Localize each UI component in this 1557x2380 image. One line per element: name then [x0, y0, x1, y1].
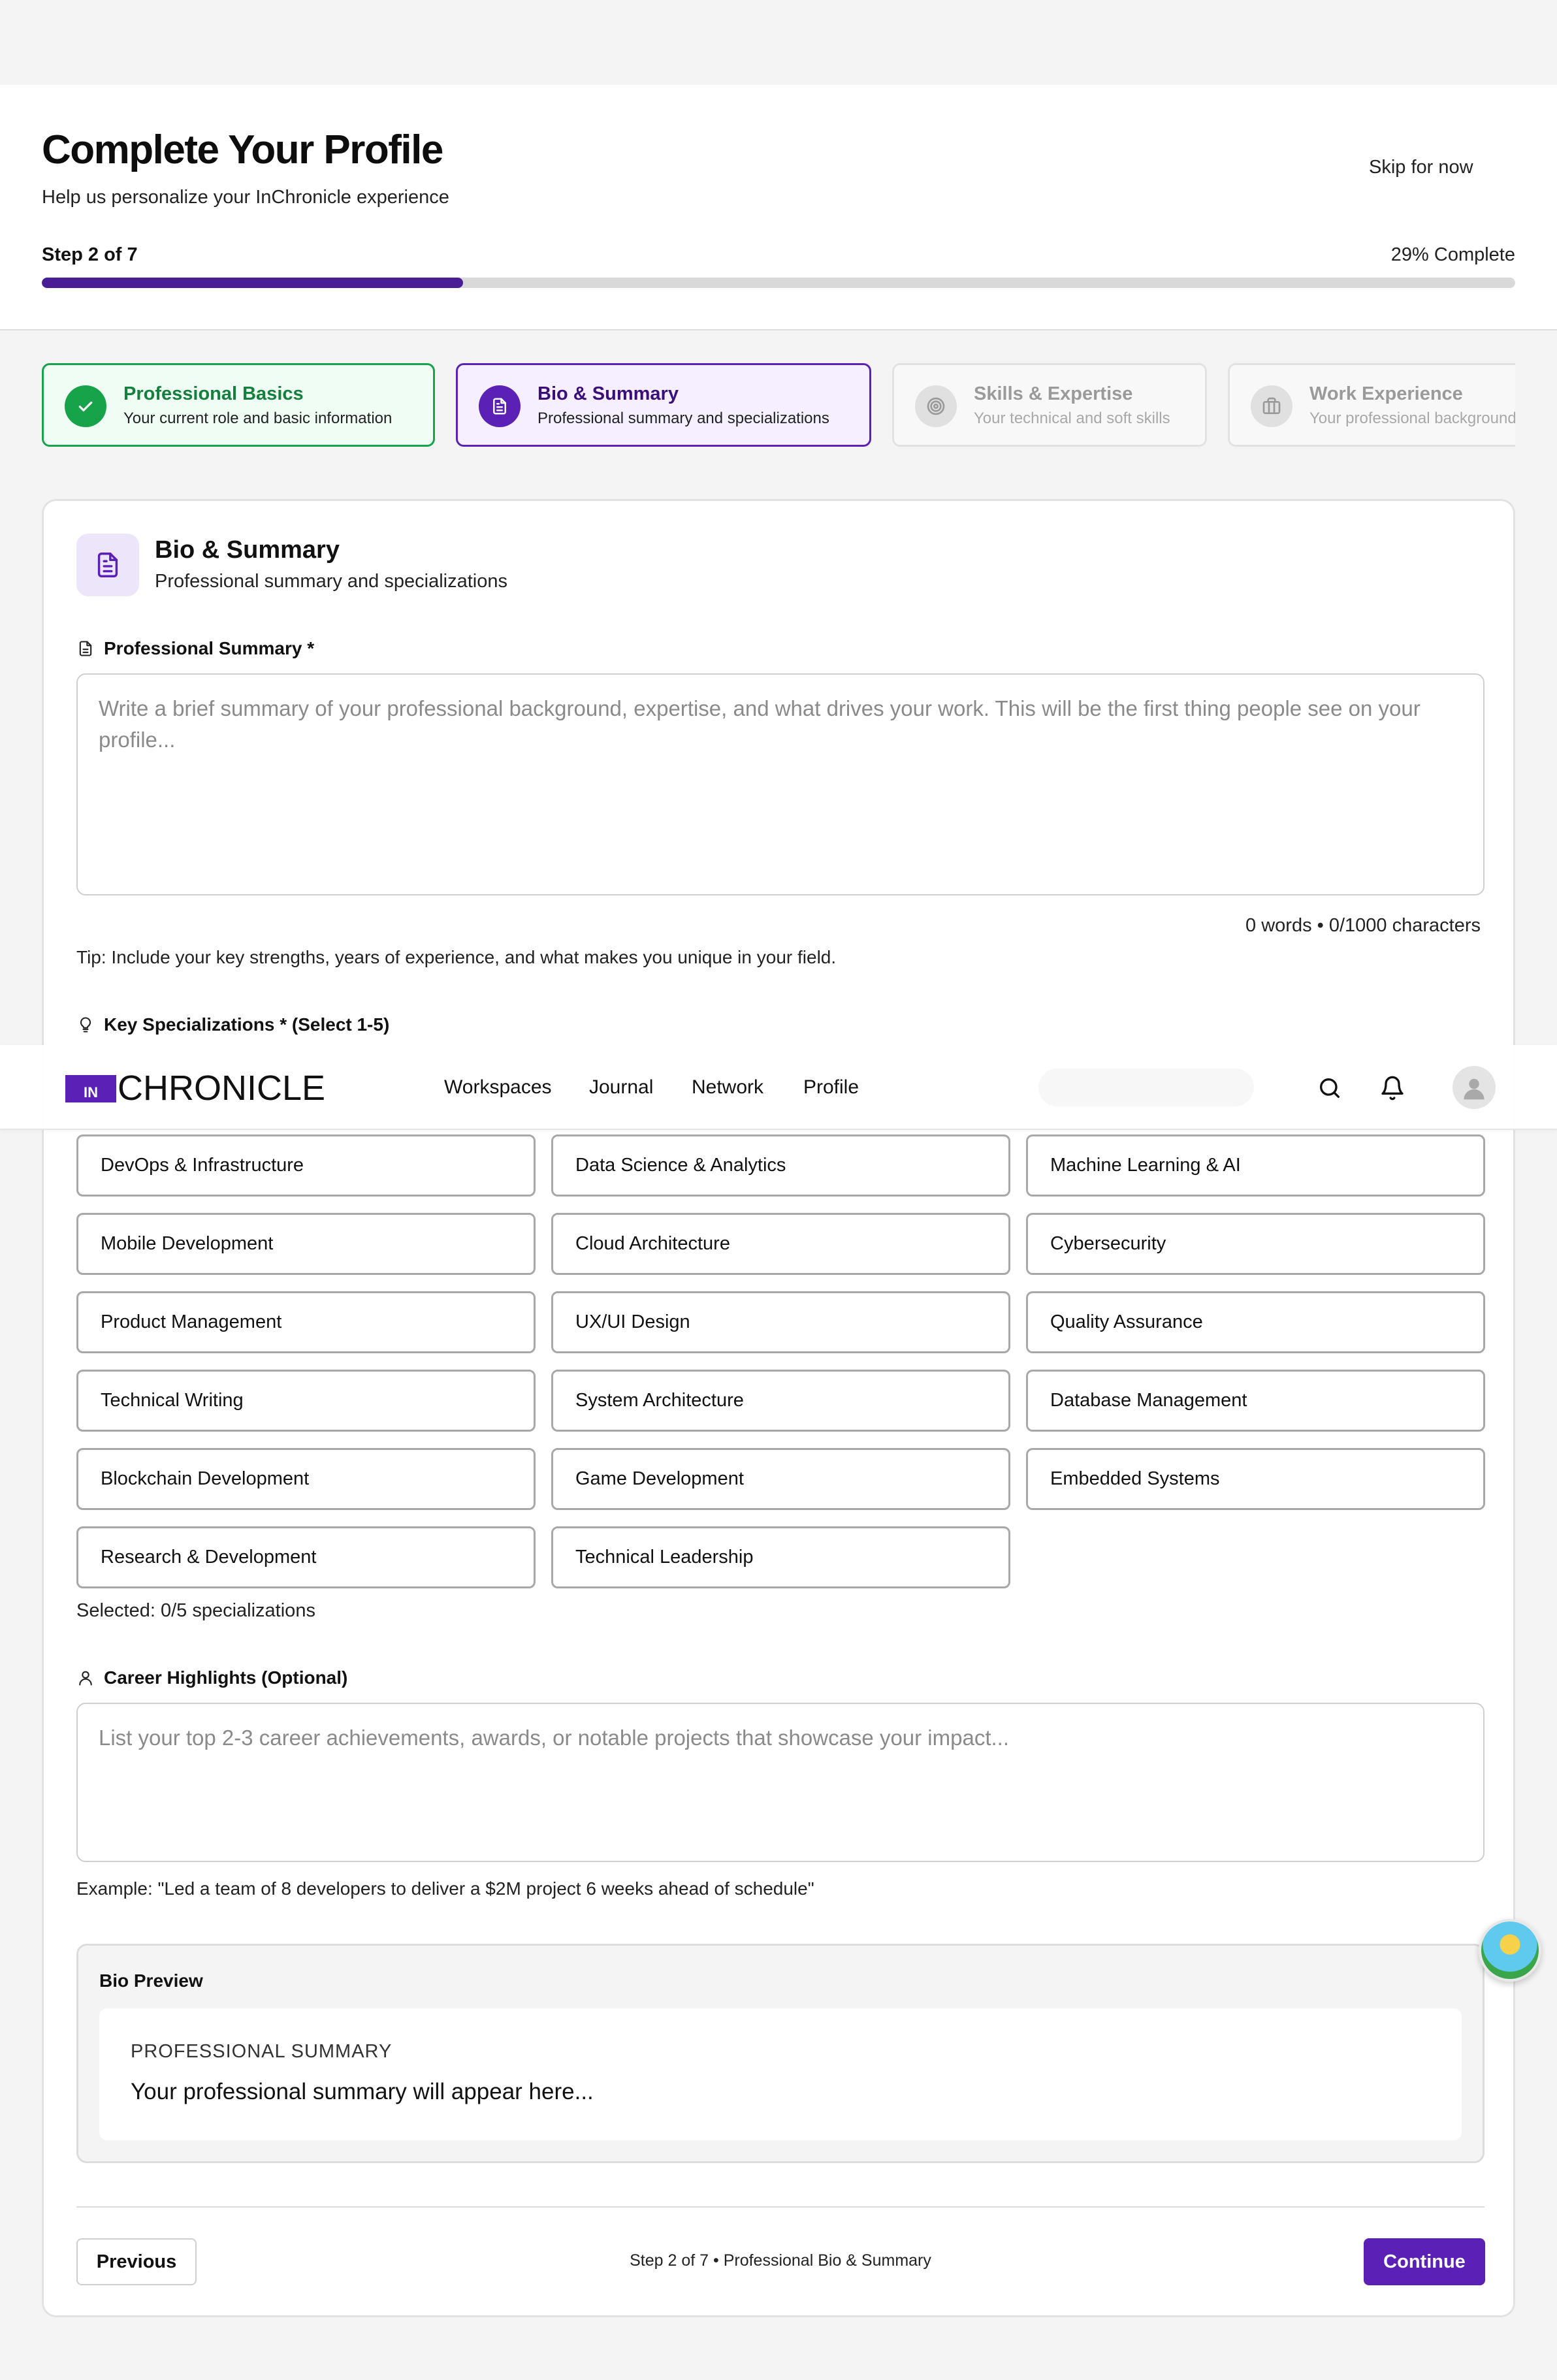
specialization-option[interactable]: Embedded Systems — [1026, 1448, 1485, 1510]
check-icon — [65, 385, 106, 427]
step-counter: Step 2 of 7 — [42, 244, 138, 265]
lightbulb-icon — [80, 1017, 91, 1033]
specialization-option[interactable]: Cloud Architecture — [551, 1213, 1010, 1275]
page-title: Complete Your Profile — [42, 127, 443, 172]
specialization-option[interactable]: Data Science & Analytics — [551, 1134, 1010, 1197]
document-icon — [76, 534, 139, 596]
step-card-bio-summary[interactable]: Bio & Summary Professional summary and s… — [456, 363, 871, 447]
label-text: Key Specializations * (Select 1-5) — [104, 1014, 390, 1035]
label-text: Professional Summary * — [104, 638, 315, 658]
user-icon — [79, 1671, 92, 1686]
specialization-option[interactable]: Cybersecurity — [1026, 1213, 1485, 1275]
document-icon — [79, 641, 92, 656]
professional-summary-label: Professional Summary * — [76, 638, 314, 659]
nav-link-workspaces[interactable]: Workspaces — [444, 1076, 552, 1099]
nav-link-network[interactable]: Network — [692, 1076, 763, 1099]
nav-search-field[interactable] — [1038, 1069, 1254, 1106]
summary-count: 0 words • 0/1000 characters — [1245, 915, 1481, 936]
specialization-option[interactable]: Game Development — [551, 1448, 1010, 1510]
target-icon — [915, 385, 957, 427]
search-icon[interactable] — [1313, 1071, 1347, 1105]
label-text: Career Highlights (Optional) — [104, 1667, 348, 1688]
app-navbar: IN CHRONICLE Workspaces Journal Network … — [0, 1045, 1557, 1130]
progress-bar — [42, 278, 1515, 288]
user-icon — [1464, 1078, 1485, 1100]
specialization-option[interactable]: Database Management — [1026, 1370, 1485, 1432]
specialization-option[interactable]: UX/UI Design — [551, 1291, 1010, 1353]
career-highlights-label: Career Highlights (Optional) — [76, 1667, 347, 1688]
step-card-work-experience[interactable]: Work Experience Your professional backgr… — [1228, 363, 1515, 447]
nav-link-journal[interactable]: Journal — [589, 1076, 653, 1099]
avatar[interactable] — [1453, 1066, 1496, 1109]
profile-header: Complete Your Profile Help us personaliz… — [0, 85, 1557, 330]
step-tracker: Professional Basics Your current role an… — [42, 363, 1515, 447]
nav-link-profile[interactable]: Profile — [803, 1076, 859, 1099]
specialization-option[interactable]: System Architecture — [551, 1370, 1010, 1432]
bell-icon[interactable] — [1375, 1071, 1409, 1105]
page-subtitle: Help us personalize your InChronicle exp… — [42, 187, 449, 208]
section-subtitle: Professional summary and specializations — [155, 571, 507, 592]
preview-summary-text: Your professional summary will appear he… — [131, 2079, 594, 2104]
footer-divider — [76, 2206, 1485, 2208]
career-highlights-input[interactable] — [76, 1703, 1485, 1862]
step-name: Professional Basics — [123, 383, 304, 404]
step-name: Work Experience — [1309, 383, 1463, 404]
briefcase-icon — [1251, 385, 1292, 427]
selected-count: Selected: 0/5 specializations — [76, 1600, 315, 1621]
highlights-example: Example: "Led a team of 8 developers to … — [76, 1878, 814, 1899]
step-name: Bio & Summary — [538, 383, 679, 404]
specialization-option[interactable]: Technical Writing — [76, 1370, 536, 1432]
specialization-option[interactable]: Mobile Development — [76, 1213, 536, 1275]
specialization-option[interactable]: Product Management — [76, 1291, 536, 1353]
footer-step-caption: Step 2 of 7 • Professional Bio & Summary — [630, 2251, 931, 2270]
step-card-skills-expertise[interactable]: Skills & Expertise Your technical and so… — [892, 363, 1207, 447]
bio-summary-card: Bio & Summary Professional summary and s… — [42, 499, 1515, 2317]
specialization-option[interactable]: Blockchain Development — [76, 1448, 536, 1510]
summary-tip: Tip: Include your key strengths, years o… — [76, 947, 837, 967]
skip-button[interactable]: Skip for now — [1369, 157, 1473, 178]
bio-preview-title: Bio Preview — [99, 1970, 203, 1991]
section-title: Bio & Summary — [155, 536, 340, 564]
preview-summary-label: PROFESSIONAL SUMMARY — [131, 2041, 393, 2062]
specialization-option[interactable]: DevOps & Infrastructure — [76, 1134, 536, 1197]
bio-preview-panel: PROFESSIONAL SUMMARY Your professional s… — [99, 2008, 1462, 2140]
step-desc: Your current role and basic information — [123, 410, 393, 427]
professional-summary-input[interactable] — [76, 673, 1485, 895]
bio-preview: Bio Preview PROFESSIONAL SUMMARY Your pr… — [76, 1944, 1485, 2163]
step-desc: Professional summary and specializations — [538, 410, 829, 427]
specialization-option[interactable]: Quality Assurance — [1026, 1291, 1485, 1353]
step-card-professional-basics[interactable]: Professional Basics Your current role an… — [42, 363, 435, 447]
step-desc: Your professional background — [1309, 410, 1515, 427]
document-icon — [479, 385, 521, 427]
specializations-label: Key Specializations * (Select 1-5) — [76, 1014, 389, 1035]
step-name: Skills & Expertise — [974, 383, 1133, 404]
specialization-option[interactable]: Technical Leadership — [551, 1526, 1010, 1588]
floating-assistant-button[interactable] — [1479, 1919, 1541, 1982]
progress-fill — [42, 278, 463, 288]
inchronicle-logo[interactable]: IN CHRONICLE — [65, 1069, 326, 1108]
continue-button[interactable]: Continue — [1364, 2238, 1485, 2285]
logo-mark: IN — [65, 1075, 116, 1102]
step-desc: Your technical and soft skills — [974, 410, 1170, 427]
specialization-option[interactable]: Research & Development — [76, 1526, 536, 1588]
logo-wordmark: CHRONICLE — [118, 1069, 326, 1108]
percent-complete: 29% Complete — [1390, 244, 1515, 265]
specialization-option[interactable]: Machine Learning & AI — [1026, 1134, 1485, 1197]
